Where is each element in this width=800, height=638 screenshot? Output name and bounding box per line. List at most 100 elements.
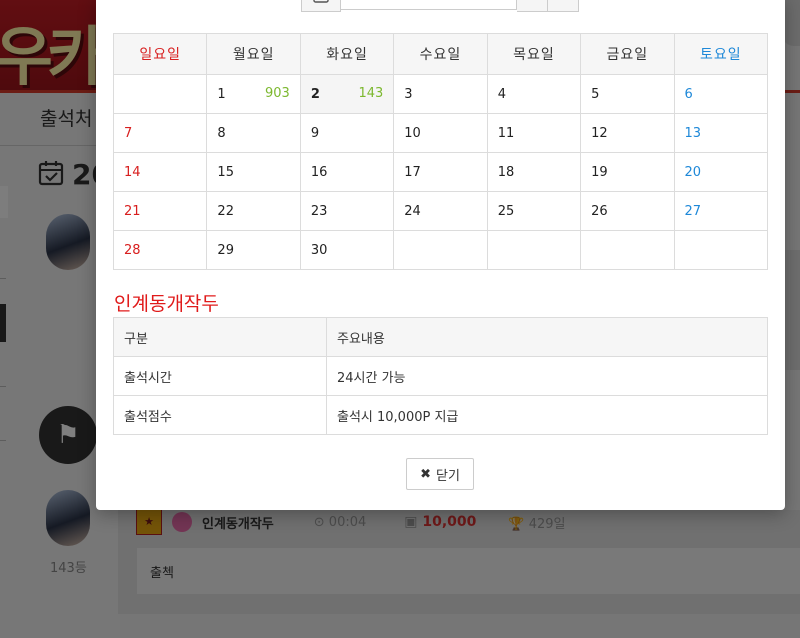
info-header: 주요내용 (326, 317, 768, 357)
chevron-right-icon: › (560, 0, 566, 4)
weekday-header: 일요일 (112, 33, 208, 75)
calendar-day-number: 16 (310, 164, 328, 180)
attendance-count: 143 (358, 86, 384, 101)
calendar-day-number: 7 (124, 125, 133, 141)
attendance-calendar: 일요일 월요일 화요일 수요일 목요일 금요일 토요일 1 903 2 143 3 4 5 6… (112, 33, 769, 270)
calendar-day-cell (112, 74, 208, 114)
calendar-day-cell (393, 230, 488, 270)
info-title: 인계동개작두 (114, 293, 219, 315)
calendar-day-cell[interactable]: 7 (112, 113, 208, 153)
calendar-day-number: 15 (217, 164, 234, 180)
calendar-day-cell[interactable]: 22 (206, 191, 301, 231)
close-button-label: 닫기 (435, 468, 460, 484)
calendar-day-number: 3 (404, 86, 413, 102)
attendance-modal: 2025-05-02 ‹ › 일요일 월요일 화요일 수요일 목요일 금요일 토… (96, 0, 785, 510)
calendar-week-row: 14 15 16 17 18 19 20 (112, 152, 769, 192)
calendar-day-number: 21 (124, 203, 141, 219)
attendance-count: 903 (265, 86, 290, 101)
calendar-day-number: 28 (124, 242, 141, 258)
calendar-day-cell[interactable]: 11 (486, 113, 582, 153)
calendar-day-cell (580, 230, 675, 270)
calendar-day-cell[interactable]: 24 (393, 191, 488, 231)
calendar-day-cell[interactable]: 21 (112, 191, 208, 231)
date-picker-button[interactable] (301, 0, 341, 12)
calendar-day-number: 5 (591, 86, 600, 102)
calendar-day-number: 29 (217, 242, 234, 258)
close-x-icon: ✖ (420, 466, 431, 482)
calendar-icon (312, 0, 330, 8)
weekday-header: 목요일 (486, 33, 582, 75)
calendar-day-number: 19 (591, 164, 608, 180)
calendar-week-row: 21 22 23 24 25 26 27 (112, 191, 769, 231)
calendar-day-cell[interactable]: 4 (486, 74, 582, 114)
calendar-day-cell[interactable]: 3 (393, 74, 488, 114)
calendar-day-cell[interactable]: 30 (299, 230, 395, 270)
weekday-header: 월요일 (206, 33, 301, 75)
calendar-day-cell[interactable]: 1 903 (206, 74, 301, 114)
calendar-day-cell[interactable]: 19 (580, 152, 675, 192)
calendar-day-cell[interactable]: 25 (486, 191, 582, 231)
calendar-day-number: 12 (591, 125, 608, 141)
weekday-header: 화요일 (299, 33, 395, 75)
weekday-header: 금요일 (580, 33, 675, 75)
date-input[interactable]: 2025-05-02 (341, 0, 517, 10)
calendar-day-number: 10 (404, 125, 421, 141)
calendar-day-cell[interactable]: 10 (393, 113, 488, 153)
calendar-day-number: 25 (497, 203, 515, 219)
calendar-day-cell[interactable]: 12 (580, 113, 675, 153)
calendar-day-cell[interactable]: 14 (112, 152, 208, 192)
calendar-day-cell[interactable]: 17 (393, 152, 488, 192)
info-row: 출석점수 출석시 10,000P 지급 (113, 395, 768, 435)
calendar-day-number: 2 (310, 86, 320, 102)
calendar-day-cell[interactable]: 29 (206, 230, 301, 270)
calendar-day-number: 27 (684, 203, 702, 219)
calendar-day-number: 1 (217, 86, 226, 102)
calendar-day-number: 4 (497, 86, 506, 102)
calendar-day-cell[interactable]: 20 (673, 152, 769, 192)
calendar-week-row: 28 29 30 (112, 230, 769, 270)
attendance-info-table: 구분 주요내용 출석시간 24시간 가능 출석점수 출석시 10,000P 지급 (113, 317, 768, 435)
calendar-day-cell[interactable]: 28 (112, 230, 208, 270)
calendar-day-number: 26 (591, 203, 608, 219)
calendar-day-cell[interactable]: 2 143 (299, 74, 395, 114)
calendar-day-cell[interactable]: 6 (673, 74, 769, 114)
calendar-day-cell[interactable]: 26 (580, 191, 675, 231)
chevron-left-icon: ‹ (529, 0, 535, 4)
calendar-day-cell[interactable]: 18 (486, 152, 582, 192)
weekday-header-row: 일요일 월요일 화요일 수요일 목요일 금요일 토요일 (112, 33, 769, 75)
calendar-day-number: 13 (684, 125, 702, 141)
calendar-day-cell[interactable]: 13 (673, 113, 769, 153)
close-button[interactable]: ✖ 닫기 (406, 458, 474, 490)
calendar-day-number: 24 (404, 203, 421, 219)
calendar-day-number: 30 (310, 242, 328, 258)
calendar-day-cell[interactable]: 8 (206, 113, 301, 153)
info-cell: 출석시 10,000P 지급 (326, 395, 768, 435)
calendar-day-number: 18 (497, 164, 515, 180)
info-row: 출석시간 24시간 가능 (113, 356, 768, 396)
calendar-day-number: 11 (497, 125, 515, 141)
next-month-button[interactable]: › (548, 0, 579, 12)
prev-month-button[interactable]: ‹ (517, 0, 548, 12)
calendar-week-row: 7 8 9 10 11 12 13 (112, 113, 769, 153)
info-cell: 24시간 가능 (326, 356, 768, 396)
calendar-day-cell[interactable]: 23 (299, 191, 395, 231)
calendar-day-cell[interactable]: 16 (299, 152, 395, 192)
calendar-day-number: 8 (217, 125, 226, 141)
info-cell: 출석시간 (113, 356, 327, 396)
calendar-day-cell[interactable]: 27 (673, 191, 769, 231)
calendar-day-cell[interactable]: 5 (580, 74, 675, 114)
calendar-day-number: 17 (404, 164, 421, 180)
calendar-day-cell[interactable]: 9 (299, 113, 395, 153)
calendar-day-cell (486, 230, 582, 270)
date-picker: 2025-05-02 ‹ › (301, 0, 579, 12)
calendar-day-number: 6 (684, 86, 693, 102)
weekday-header: 수요일 (393, 33, 488, 75)
calendar-day-number: 20 (684, 164, 702, 180)
calendar-day-cell[interactable]: 15 (206, 152, 301, 192)
calendar-day-number: 22 (217, 203, 234, 219)
info-header-row: 구분 주요내용 (113, 317, 768, 357)
calendar-day-number: 23 (310, 203, 328, 219)
calendar-day-number: 14 (124, 164, 141, 180)
calendar-day-number: 9 (310, 125, 320, 141)
calendar-day-cell (673, 230, 769, 270)
